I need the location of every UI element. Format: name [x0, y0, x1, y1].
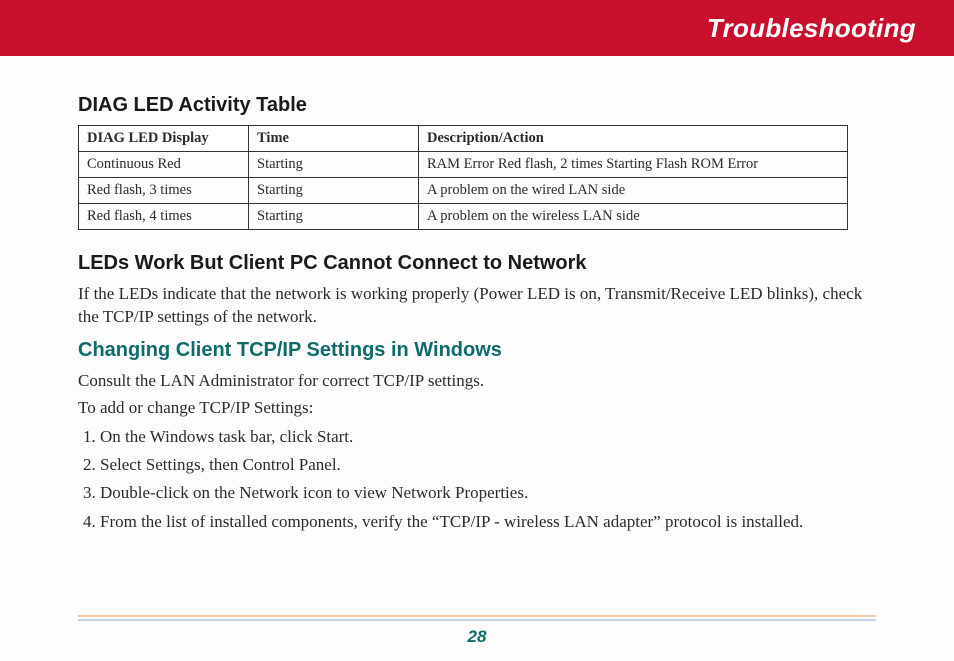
page-footer: 28	[78, 615, 876, 647]
cell-desc: A problem on the wired LAN side	[419, 178, 848, 204]
list-item: Double-click on the Network icon to view…	[100, 480, 876, 506]
diag-led-table: DIAG LED Display Time Description/Action…	[78, 125, 848, 230]
banner-title: Troubleshooting	[707, 13, 916, 44]
paragraph-leds: If the LEDs indicate that the network is…	[78, 283, 876, 329]
th-desc: Description/Action	[419, 126, 848, 152]
list-item: Select Settings, then Control Panel.	[100, 452, 876, 478]
steps-list: On the Windows task bar, click Start. Se…	[78, 424, 876, 535]
page-number: 28	[468, 627, 487, 646]
cell-time: Starting	[249, 152, 419, 178]
page-content: DIAG LED Activity Table DIAG LED Display…	[0, 56, 954, 535]
cell-display: Continuous Red	[79, 152, 249, 178]
table-header-row: DIAG LED Display Time Description/Action	[79, 126, 848, 152]
heading-tcpip: Changing Client TCP/IP Settings in Windo…	[78, 339, 876, 362]
th-display: DIAG LED Display	[79, 126, 249, 152]
cell-display: Red flash, 3 times	[79, 178, 249, 204]
cell-time: Starting	[249, 178, 419, 204]
heading-leds-work: LEDs Work But Client PC Cannot Connect t…	[78, 252, 876, 275]
cell-desc: RAM Error Red flash, 2 times Starting Fl…	[419, 152, 848, 178]
list-item: On the Windows task bar, click Start.	[100, 424, 876, 450]
table-row: Continuous Red Starting RAM Error Red fl…	[79, 152, 848, 178]
paragraph-toadd: To add or change TCP/IP Settings:	[78, 397, 876, 420]
footer-rule	[78, 615, 876, 621]
banner: Troubleshooting	[0, 0, 954, 56]
cell-display: Red flash, 4 times	[79, 204, 249, 230]
paragraph-consult: Consult the LAN Administrator for correc…	[78, 370, 876, 393]
table-row: Red flash, 3 times Starting A problem on…	[79, 178, 848, 204]
cell-time: Starting	[249, 204, 419, 230]
list-item: From the list of installed components, v…	[100, 509, 876, 535]
heading-diag-led: DIAG LED Activity Table	[78, 94, 876, 117]
cell-desc: A problem on the wireless LAN side	[419, 204, 848, 230]
table-row: Red flash, 4 times Starting A problem on…	[79, 204, 848, 230]
th-time: Time	[249, 126, 419, 152]
